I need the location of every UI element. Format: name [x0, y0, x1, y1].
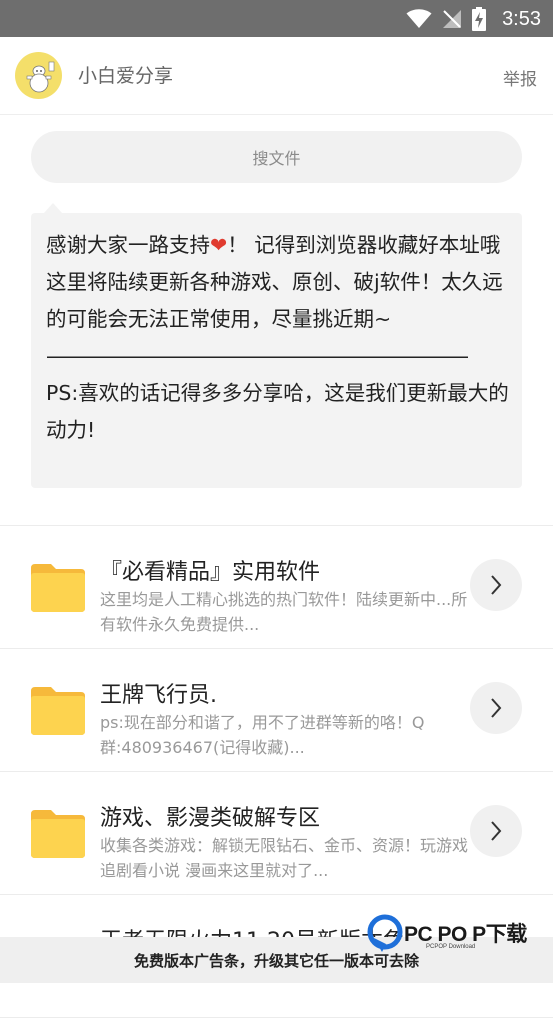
wifi-icon [406, 9, 432, 28]
no-signal-icon [443, 10, 462, 28]
item-title: 王牌飞行员. [100, 683, 217, 708]
chevron-right-icon [491, 575, 502, 595]
list-item[interactable]: 『必看精品』实用软件 这里均是人工精心挑选的热门软件！陆续更新中...所有软件永… [0, 526, 553, 649]
list-item[interactable]: 游戏、影漫类破解专区 收集各类游戏：解锁无限钻石、金币、资源！玩游戏 追剧看小说… [0, 772, 553, 895]
watermark-sub: PCPOP Download [426, 944, 476, 950]
item-desc: 这里均是人工精心挑选的热门软件！陆续更新中...所有软件永久免费提供... [100, 590, 468, 634]
open-button[interactable] [470, 805, 522, 857]
chevron-right-icon [491, 821, 502, 841]
item-title: 游戏、影漫类破解专区 [100, 806, 321, 831]
notice-arrow [44, 203, 62, 213]
heart-icon: ❤ [210, 233, 228, 257]
search-input[interactable]: 搜文件 [31, 131, 522, 183]
status-bar: 3:53 [0, 0, 553, 37]
watermark-logo: PC PO P下载 PCPOP Download [366, 914, 538, 958]
list-item[interactable]: 王牌飞行员. ps:现在部分和谐了，用不了进群等新的咯！Q群:480936467… [0, 649, 553, 772]
notice-line1-before: 感谢大家一路支持 [46, 233, 210, 257]
shop-name: 小白爱分享 [78, 65, 174, 87]
folder-icon [31, 564, 85, 612]
pcpop-logo-icon [367, 914, 403, 952]
battery-charging-icon [472, 7, 487, 31]
status-time: 3:53 [502, 7, 541, 30]
open-button[interactable] [470, 559, 522, 611]
open-button[interactable] [470, 682, 522, 734]
header-bar: 小白爱分享 举报 [0, 37, 553, 115]
item-desc: ps:现在部分和谐了，用不了进群等新的咯！Q群:480936467(记得收藏).… [100, 713, 425, 757]
search-placeholder: 搜文件 [252, 149, 301, 168]
item-title: 『必看精品』实用软件 [100, 560, 321, 585]
report-button[interactable]: 举报 [503, 65, 537, 90]
notice-box: 感谢大家一路支持❤！ 记得到浏览器收藏好本址哦 这里将陆续更新各种游戏、原创、破… [31, 213, 522, 488]
item-desc: 收集各类游戏：解锁无限钻石、金币、资源！玩游戏 追剧看小说 漫画来这里就对了..… [100, 836, 469, 880]
avatar-robot-icon [26, 61, 55, 93]
notice-ps: PS:喜欢的话记得多多分享哈，这是我们更新最大的动力! [46, 381, 509, 442]
folder-icon [31, 810, 85, 858]
notice-text: 感谢大家一路支持❤！ 记得到浏览器收藏好本址哦 这里将陆续更新各种游戏、原创、破… [46, 227, 522, 449]
notice-separator: ———————————————————————— [46, 344, 469, 368]
chevron-right-icon [491, 698, 502, 718]
folder-icon [31, 687, 85, 735]
status-icons: 3:53 [406, 6, 541, 32]
avatar[interactable] [15, 52, 62, 99]
